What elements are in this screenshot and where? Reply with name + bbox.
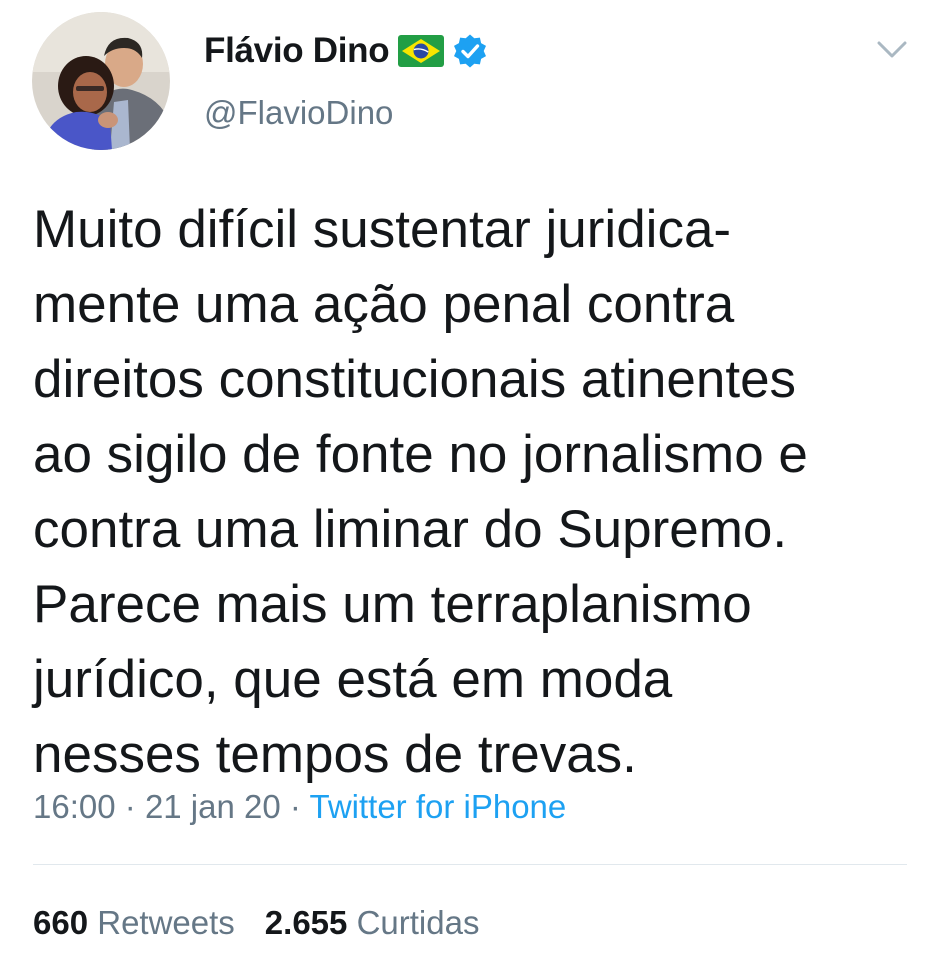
likes-stat[interactable]: 2.655 Curtidas: [265, 904, 480, 941]
tweet-text-line: Parece mais um terraplanismo: [33, 575, 752, 634]
tweet-text-line: ao sigilo de fonte no jornalismo e: [33, 425, 808, 484]
retweets-label: Retweets: [97, 904, 235, 941]
user-name-row[interactable]: Flávio Dino: [204, 26, 488, 76]
tweet-stats: 660 Retweets 2.655 Curtidas: [33, 898, 479, 948]
retweets-count: 660: [33, 904, 89, 941]
user-handle[interactable]: @FlavioDino: [204, 94, 393, 132]
profile-photo: [32, 12, 170, 150]
likes-count: 2.655: [264, 904, 348, 941]
meta-separator: ·: [289, 788, 301, 825]
chevron-down-icon[interactable]: [873, 34, 911, 64]
tweet-time[interactable]: 16:00: [33, 788, 116, 825]
tweet-text-line: contra uma liminar do Supremo.: [33, 500, 788, 559]
tweet-text-line: nesses tempos de trevas.: [33, 725, 637, 784]
tweet-source-link[interactable]: Twitter for iPhone: [309, 788, 566, 825]
likes-label: Curtidas: [356, 904, 480, 941]
tweet-date[interactable]: 21 jan 20: [145, 788, 281, 825]
tweet-text: Muito difícil sustentar juridica- mente …: [33, 192, 913, 792]
tweet-text-line: direitos constitucionais atinentes: [33, 350, 797, 409]
verified-badge-icon: [452, 33, 488, 69]
tweet-text-line: Muito difícil sustentar juridica-: [33, 200, 732, 259]
divider: [33, 864, 907, 865]
display-name[interactable]: Flávio Dino: [204, 31, 390, 71]
avatar[interactable]: [32, 12, 170, 150]
brazil-flag-icon: [398, 35, 445, 67]
tweet-metadata: 16:00 · 21 jan 20 · Twitter for iPhone: [33, 782, 566, 832]
meta-separator: ·: [124, 788, 136, 825]
tweet-text-line: mente uma ação penal contra: [33, 275, 735, 334]
tweet-text-line: jurídico, que está em moda: [33, 650, 673, 709]
retweets-stat[interactable]: 660 Retweets: [33, 904, 235, 941]
